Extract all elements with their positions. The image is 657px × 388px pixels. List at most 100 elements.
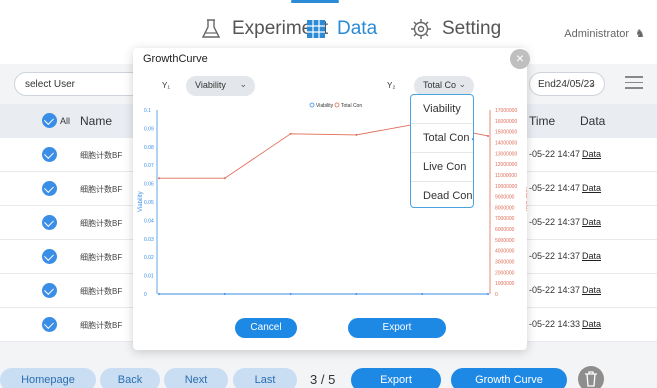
left-tick-label: 0 (144, 292, 147, 298)
left-tick-label: 0.1 (144, 108, 151, 114)
export-label: Export (380, 374, 412, 386)
row-checkbox[interactable] (42, 181, 57, 201)
row-checkbox[interactable] (42, 215, 57, 235)
left-tick-label: 0.05 (144, 200, 154, 206)
dropdown-option-dead-con[interactable]: Dead Con (411, 182, 473, 207)
row-data-link[interactable]: Data (582, 251, 601, 261)
last-button[interactable]: Last (233, 368, 297, 388)
homepage-label: Homepage (21, 374, 75, 386)
data-point-viability (158, 293, 160, 295)
dropdown-option-viability[interactable]: Viability (411, 95, 473, 124)
row-time: -05-22 14:47 (529, 183, 581, 193)
row-data-link[interactable]: Data (582, 183, 601, 193)
select-user-dropdown[interactable]: select User (14, 72, 144, 96)
right-tick-label: 13000000 (495, 151, 517, 157)
right-tick-label: 17000000 (495, 108, 517, 114)
data-point-viability (355, 293, 358, 295)
right-tick-label: 7000000 (495, 216, 515, 222)
row-data-link[interactable]: Data (582, 149, 601, 159)
row-time: -05-22 14:37 (529, 285, 581, 295)
select-all-label: All (60, 116, 71, 126)
y2-dropdown-menu: Viability Total Con✓ Live Con Dead Con (410, 94, 474, 208)
right-tick-label: 15000000 (495, 130, 517, 136)
row-name: 细胞计数BF (80, 219, 123, 228)
data-point-viability (487, 293, 489, 295)
left-tick-label: 0.04 (144, 218, 154, 224)
delete-button[interactable] (578, 366, 604, 388)
end-date-value: End24/05/23 (538, 79, 595, 90)
dropdown-option-label: Dead Con (423, 190, 473, 202)
row-name: 细胞计数BF (80, 253, 123, 262)
row-checkbox[interactable] (42, 249, 57, 269)
right-axis-title: Total Con (524, 186, 527, 211)
dropdown-option-label: Live Con (423, 161, 467, 173)
right-tick-label: 4000000 (495, 249, 515, 255)
left-tick-label: 0.01 (144, 274, 154, 280)
select-all-checkbox[interactable] (42, 113, 57, 133)
data-point-total-con (223, 177, 226, 180)
next-button[interactable]: Next (164, 368, 228, 388)
right-tick-label: 5000000 (495, 238, 515, 244)
right-tick-label: 3000000 (495, 260, 515, 266)
left-axis-title: Viability (138, 191, 144, 212)
legend-label-total-con: Total Con (341, 103, 362, 109)
right-tick-label: 16000000 (495, 119, 517, 125)
data-point-total-con (355, 133, 358, 136)
left-tick-label: 0.03 (144, 237, 154, 243)
row-name: 细胞计数BF (80, 287, 123, 296)
back-button[interactable]: Back (100, 368, 160, 388)
row-data-link[interactable]: Data (582, 285, 601, 295)
dropdown-option-label: Total Con (423, 132, 470, 144)
right-tick-label: 9000000 (495, 195, 515, 201)
row-name: 细胞计数BF (80, 185, 123, 194)
data-point-viability (421, 293, 424, 295)
legend-marker-total-con (334, 102, 340, 108)
row-checkbox[interactable] (42, 283, 57, 303)
column-time: Time (529, 114, 556, 128)
export-button[interactable]: Export (351, 368, 441, 388)
legend-marker-viability (309, 102, 315, 108)
right-tick-label: 10000000 (495, 184, 517, 190)
dropdown-option-total-con[interactable]: Total Con✓ (411, 124, 473, 153)
admin-name: Administrator (564, 28, 630, 40)
last-label: Last (254, 374, 276, 386)
trash-icon (585, 371, 597, 387)
nav-data-label: Data (337, 18, 378, 39)
row-data-link[interactable]: Data (582, 319, 601, 329)
right-tick-label: 2000000 (495, 270, 515, 276)
data-point-total-con (487, 134, 489, 137)
growth-curve-button[interactable]: Growth Curve (451, 368, 567, 388)
nav-setting-label: Setting (442, 18, 502, 39)
dialog-export-label: Export (382, 322, 412, 333)
data-point-total-con (158, 177, 160, 180)
end-date-picker[interactable]: End24/05/23 ⌄ (529, 72, 605, 96)
row-time: -05-22 14:47 (529, 149, 581, 159)
left-tick-label: 0.09 (144, 126, 154, 132)
data-point-viability (289, 293, 292, 295)
dropdown-option-live-con[interactable]: Live Con (411, 153, 473, 182)
dialog-export-button[interactable]: Export (348, 318, 446, 338)
row-name: 细胞计数BF (80, 151, 123, 160)
homepage-button[interactable]: Homepage (0, 368, 96, 388)
nav-setting[interactable]: Setting (410, 18, 501, 40)
row-time: -05-22 14:33 (529, 319, 581, 329)
data-point-viability (223, 293, 226, 295)
next-label: Next (184, 374, 208, 386)
user-icon: ♞ (635, 28, 645, 40)
chevron-down-icon: ⌄ (588, 78, 596, 88)
menu-icon[interactable] (625, 76, 643, 92)
row-checkbox[interactable] (42, 147, 57, 167)
column-name: Name (80, 114, 113, 128)
data-point-total-con (289, 132, 292, 135)
cancel-button[interactable]: Cancel (235, 318, 297, 338)
right-tick-label: 14000000 (495, 140, 517, 146)
user-menu[interactable]: Administrator ♞ (564, 27, 645, 40)
nav-data[interactable]: Data (305, 18, 377, 40)
right-tick-label: 1000000 (495, 281, 515, 287)
row-time: -05-22 14:37 (529, 217, 581, 227)
back-label: Back (117, 374, 143, 386)
row-checkbox[interactable] (42, 317, 57, 337)
gear-icon (411, 19, 431, 39)
row-data-link[interactable]: Data (582, 217, 601, 227)
legend-label-viability: Viability (316, 103, 334, 109)
